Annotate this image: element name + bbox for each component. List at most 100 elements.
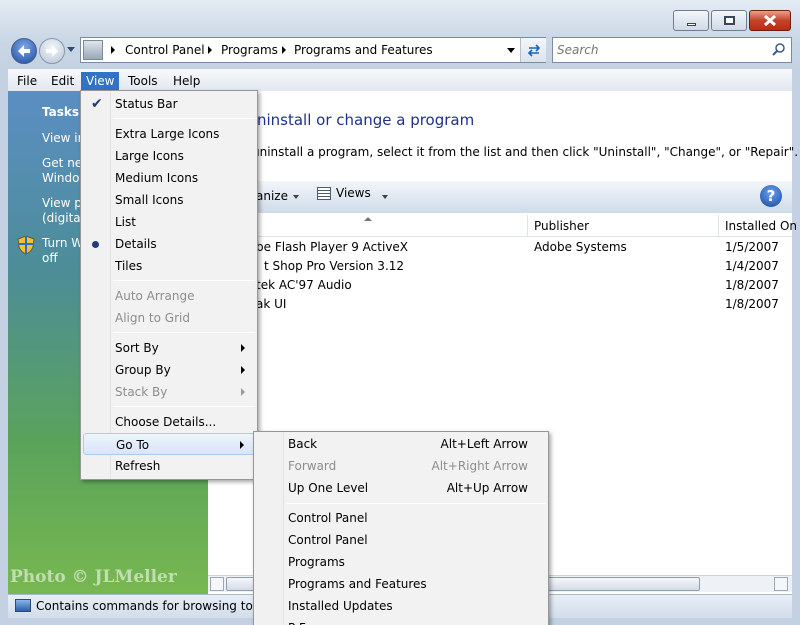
scroll-right-button[interactable] <box>774 577 788 591</box>
menu-item-stack-by: Stack By <box>83 381 255 403</box>
breadcrumb-programs[interactable]: Programs <box>221 43 278 57</box>
breadcrumb-arrow-icon <box>111 46 115 54</box>
minimize-button[interactable] <box>673 10 709 31</box>
menu-item-label: P F <box>288 621 306 625</box>
menu-item-small-icons[interactable]: Small Icons <box>83 189 255 211</box>
menu-item-label: Auto Arrange <box>115 289 195 303</box>
recent-pages-dropdown[interactable] <box>66 44 76 56</box>
menu-separator <box>113 332 255 333</box>
address-dropdown-icon[interactable] <box>507 48 515 53</box>
breadcrumb-programs-and-features[interactable]: Programs and Features <box>294 43 433 57</box>
menu-item-go-to[interactable]: Go To <box>83 433 255 455</box>
menu-item-label: Align to Grid <box>115 311 190 325</box>
column-header-row: Publisher Installed On <box>208 215 797 237</box>
menu-item-programs[interactable]: Programs <box>256 551 546 573</box>
maximize-button[interactable] <box>711 10 747 31</box>
menu-item-label: Small Icons <box>115 193 184 207</box>
tasks-heading: Tasks <box>42 105 80 119</box>
menu-item-back[interactable]: Back Alt+Left Arrow <box>256 433 546 455</box>
menu-separator <box>113 280 255 281</box>
forward-button[interactable] <box>39 38 65 64</box>
menu-item-label: Back <box>288 437 318 451</box>
menu-item-list[interactable]: List <box>83 211 255 233</box>
submenu-arrow-icon <box>241 344 245 352</box>
menu-item-programs-and-features[interactable]: Programs and Features <box>256 573 546 595</box>
task-link[interactable]: off <box>42 251 58 265</box>
menu-item-tiles[interactable]: Tiles <box>83 255 255 277</box>
scroll-left-button[interactable] <box>210 577 224 591</box>
menu-item-up-one-level[interactable]: Up One Level Alt+Up Arrow <box>256 477 546 499</box>
menu-item-control-panel-2[interactable]: Control Panel <box>256 529 546 551</box>
menu-item-partial[interactable]: P F <box>256 617 546 625</box>
maximize-icon <box>724 16 735 25</box>
back-arrow-icon <box>18 45 30 57</box>
search-box[interactable] <box>552 37 792 63</box>
menu-item-sort-by[interactable]: Sort By <box>83 337 255 359</box>
column-header-installed-on[interactable]: Installed On <box>725 219 797 233</box>
search-input[interactable] <box>557 42 757 58</box>
radio-bullet-icon <box>92 241 99 248</box>
menu-item-label: Choose Details... <box>115 415 217 429</box>
menu-item-choose-details[interactable]: Choose Details... <box>83 411 255 433</box>
task-link[interactable]: (digital <box>42 211 84 225</box>
menu-separator <box>113 406 255 407</box>
command-bar: anize Views ? <box>208 181 792 213</box>
menu-item-label: Installed Updates <box>288 599 393 613</box>
menu-item-label: Control Panel <box>288 533 368 547</box>
menu-edit[interactable]: Edit <box>46 72 79 90</box>
close-icon <box>763 14 777 27</box>
views-button[interactable]: Views <box>336 186 371 200</box>
help-button[interactable]: ? <box>760 185 782 207</box>
submenu-arrow-icon <box>241 366 245 374</box>
refresh-icon <box>527 44 541 57</box>
menu-file[interactable]: File <box>12 72 42 90</box>
status-text: Contains commands for browsing to vari <box>36 599 280 613</box>
shield-icon <box>17 235 35 255</box>
program-name: be Flash Player 9 ActiveX <box>256 240 409 254</box>
column-header-publisher[interactable]: Publisher <box>534 219 589 233</box>
page-title: Uninstall or change a program <box>246 111 475 129</box>
menu-item-control-panel[interactable]: Control Panel <box>256 507 546 529</box>
menu-item-label: Programs and Features <box>288 577 427 591</box>
search-icon <box>772 43 785 56</box>
column-divider[interactable] <box>527 215 528 237</box>
menu-item-label: Up One Level <box>288 481 369 495</box>
task-link[interactable]: View in <box>42 131 85 145</box>
menu-item-extra-large-icons[interactable]: Extra Large Icons <box>83 123 255 145</box>
menu-item-installed-updates[interactable]: Installed Updates <box>256 595 546 617</box>
minimize-icon <box>687 23 696 26</box>
menu-help[interactable]: Help <box>168 72 205 90</box>
menu-item-group-by[interactable]: Group By <box>83 359 255 381</box>
breadcrumb-control-panel[interactable]: Control Panel <box>125 43 205 57</box>
watermark: Photo © JLMeller <box>10 567 177 587</box>
menu-tools[interactable]: Tools <box>123 72 163 90</box>
menu-item-label: Group By <box>115 363 171 377</box>
checkmark-icon: ✔ <box>91 96 103 112</box>
task-link[interactable]: Turn W <box>42 236 83 250</box>
menu-item-large-icons[interactable]: Large Icons <box>83 145 255 167</box>
refresh-button[interactable] <box>520 38 546 62</box>
menu-item-align-to-grid: Align to Grid <box>83 307 255 329</box>
organize-button[interactable]: anize <box>256 189 288 203</box>
back-button[interactable] <box>11 38 37 64</box>
close-button[interactable] <box>749 10 791 31</box>
chevron-down-icon <box>293 195 299 199</box>
column-divider[interactable] <box>718 215 719 237</box>
menu-item-label: Refresh <box>115 459 161 473</box>
menu-item-status-bar[interactable]: ✔ Status Bar <box>83 93 255 115</box>
menu-view[interactable]: View <box>81 72 120 90</box>
menu-item-refresh[interactable]: Refresh <box>83 455 255 477</box>
address-bar[interactable]: Control Panel Programs Programs and Feat… <box>80 37 546 63</box>
menu-item-details[interactable]: Details <box>83 233 255 255</box>
computer-icon <box>15 599 31 612</box>
program-installed-on: 1/5/2007 <box>725 240 779 254</box>
sort-arrow-icon <box>364 217 372 221</box>
menu-item-label: Forward <box>288 459 337 473</box>
menu-item-label: Stack By <box>115 385 168 399</box>
menu-item-label: Large Icons <box>115 149 184 163</box>
menu-item-medium-icons[interactable]: Medium Icons <box>83 167 255 189</box>
menu-separator <box>286 503 546 504</box>
program-installed-on: 1/4/2007 <box>725 259 779 273</box>
shortcut-label: Alt+Left Arrow <box>440 437 528 451</box>
help-icon: ? <box>766 187 776 205</box>
